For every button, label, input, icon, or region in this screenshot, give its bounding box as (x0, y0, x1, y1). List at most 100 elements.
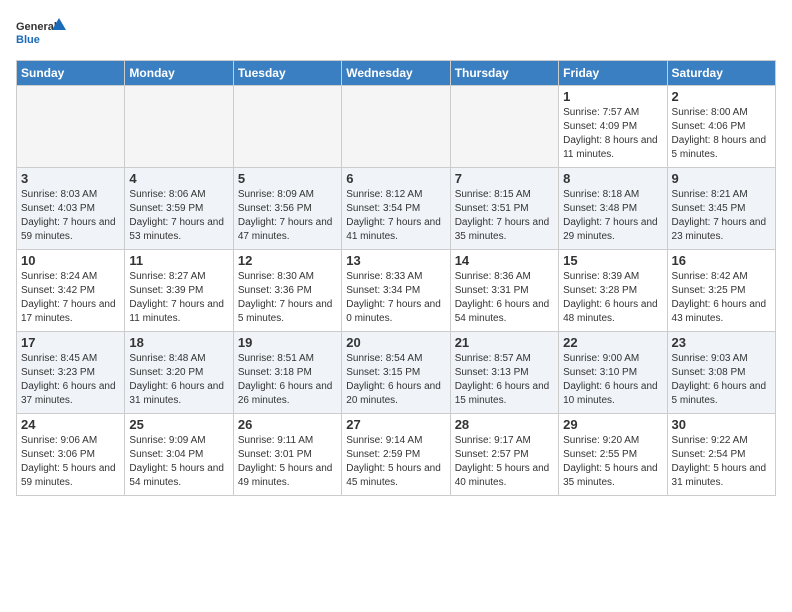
logo: General Blue (16, 16, 66, 52)
day-info: Sunrise: 8:24 AMSunset: 3:42 PMDaylight:… (21, 270, 120, 326)
calendar-cell: 5 Sunrise: 8:09 AMSunset: 3:56 PMDayligh… (233, 168, 341, 250)
day-info: Sunrise: 8:09 AMSunset: 3:56 PMDaylight:… (238, 188, 337, 244)
day-header-friday: Friday (559, 61, 667, 86)
page-header: General Blue (16, 16, 776, 52)
day-number: 2 (672, 89, 771, 104)
day-header-tuesday: Tuesday (233, 61, 341, 86)
day-number: 28 (455, 417, 554, 432)
day-number: 16 (672, 253, 771, 268)
day-number: 30 (672, 417, 771, 432)
day-info: Sunrise: 9:11 AMSunset: 3:01 PMDaylight:… (238, 434, 337, 490)
calendar-cell (342, 86, 450, 168)
calendar-cell: 8 Sunrise: 8:18 AMSunset: 3:48 PMDayligh… (559, 168, 667, 250)
day-info: Sunrise: 7:57 AMSunset: 4:09 PMDaylight:… (563, 106, 662, 162)
calendar-cell: 3 Sunrise: 8:03 AMSunset: 4:03 PMDayligh… (17, 168, 125, 250)
day-number: 20 (346, 335, 445, 350)
day-info: Sunrise: 9:22 AMSunset: 2:54 PMDaylight:… (672, 434, 771, 490)
svg-text:Blue: Blue (16, 34, 40, 46)
day-info: Sunrise: 8:27 AMSunset: 3:39 PMDaylight:… (129, 270, 228, 326)
calendar-cell: 30 Sunrise: 9:22 AMSunset: 2:54 PMDaylig… (667, 414, 775, 496)
calendar-cell: 15 Sunrise: 8:39 AMSunset: 3:28 PMDaylig… (559, 250, 667, 332)
day-number: 6 (346, 171, 445, 186)
calendar-week-4: 17 Sunrise: 8:45 AMSunset: 3:23 PMDaylig… (17, 332, 776, 414)
calendar-cell (125, 86, 233, 168)
calendar-cell: 29 Sunrise: 9:20 AMSunset: 2:55 PMDaylig… (559, 414, 667, 496)
calendar-cell: 6 Sunrise: 8:12 AMSunset: 3:54 PMDayligh… (342, 168, 450, 250)
calendar-cell: 9 Sunrise: 8:21 AMSunset: 3:45 PMDayligh… (667, 168, 775, 250)
calendar-cell: 4 Sunrise: 8:06 AMSunset: 3:59 PMDayligh… (125, 168, 233, 250)
day-number: 21 (455, 335, 554, 350)
day-info: Sunrise: 8:57 AMSunset: 3:13 PMDaylight:… (455, 352, 554, 408)
day-info: Sunrise: 8:15 AMSunset: 3:51 PMDaylight:… (455, 188, 554, 244)
day-number: 1 (563, 89, 662, 104)
day-number: 11 (129, 253, 228, 268)
day-header-wednesday: Wednesday (342, 61, 450, 86)
calendar-cell: 24 Sunrise: 9:06 AMSunset: 3:06 PMDaylig… (17, 414, 125, 496)
calendar-cell: 28 Sunrise: 9:17 AMSunset: 2:57 PMDaylig… (450, 414, 558, 496)
day-info: Sunrise: 8:51 AMSunset: 3:18 PMDaylight:… (238, 352, 337, 408)
day-info: Sunrise: 9:06 AMSunset: 3:06 PMDaylight:… (21, 434, 120, 490)
calendar-cell: 13 Sunrise: 8:33 AMSunset: 3:34 PMDaylig… (342, 250, 450, 332)
day-number: 4 (129, 171, 228, 186)
day-info: Sunrise: 8:33 AMSunset: 3:34 PMDaylight:… (346, 270, 445, 326)
day-number: 14 (455, 253, 554, 268)
logo-svg: General Blue (16, 16, 66, 52)
calendar-cell (233, 86, 341, 168)
calendar-header-row: SundayMondayTuesdayWednesdayThursdayFrid… (17, 61, 776, 86)
day-info: Sunrise: 8:00 AMSunset: 4:06 PMDaylight:… (672, 106, 771, 162)
calendar-cell: 11 Sunrise: 8:27 AMSunset: 3:39 PMDaylig… (125, 250, 233, 332)
calendar-cell: 21 Sunrise: 8:57 AMSunset: 3:13 PMDaylig… (450, 332, 558, 414)
day-number: 5 (238, 171, 337, 186)
calendar-cell: 10 Sunrise: 8:24 AMSunset: 3:42 PMDaylig… (17, 250, 125, 332)
calendar-cell: 20 Sunrise: 8:54 AMSunset: 3:15 PMDaylig… (342, 332, 450, 414)
day-number: 8 (563, 171, 662, 186)
calendar-week-2: 3 Sunrise: 8:03 AMSunset: 4:03 PMDayligh… (17, 168, 776, 250)
day-info: Sunrise: 9:17 AMSunset: 2:57 PMDaylight:… (455, 434, 554, 490)
day-info: Sunrise: 8:45 AMSunset: 3:23 PMDaylight:… (21, 352, 120, 408)
calendar-cell: 19 Sunrise: 8:51 AMSunset: 3:18 PMDaylig… (233, 332, 341, 414)
day-info: Sunrise: 9:09 AMSunset: 3:04 PMDaylight:… (129, 434, 228, 490)
day-header-sunday: Sunday (17, 61, 125, 86)
calendar-week-5: 24 Sunrise: 9:06 AMSunset: 3:06 PMDaylig… (17, 414, 776, 496)
day-number: 25 (129, 417, 228, 432)
calendar-week-3: 10 Sunrise: 8:24 AMSunset: 3:42 PMDaylig… (17, 250, 776, 332)
day-number: 29 (563, 417, 662, 432)
day-header-saturday: Saturday (667, 61, 775, 86)
day-info: Sunrise: 9:20 AMSunset: 2:55 PMDaylight:… (563, 434, 662, 490)
day-number: 18 (129, 335, 228, 350)
day-number: 24 (21, 417, 120, 432)
day-info: Sunrise: 9:14 AMSunset: 2:59 PMDaylight:… (346, 434, 445, 490)
calendar-table: SundayMondayTuesdayWednesdayThursdayFrid… (16, 60, 776, 496)
calendar-cell: 18 Sunrise: 8:48 AMSunset: 3:20 PMDaylig… (125, 332, 233, 414)
day-number: 26 (238, 417, 337, 432)
day-number: 13 (346, 253, 445, 268)
day-number: 9 (672, 171, 771, 186)
svg-text:General: General (16, 21, 57, 33)
day-info: Sunrise: 8:03 AMSunset: 4:03 PMDaylight:… (21, 188, 120, 244)
day-number: 3 (21, 171, 120, 186)
day-number: 12 (238, 253, 337, 268)
day-info: Sunrise: 9:03 AMSunset: 3:08 PMDaylight:… (672, 352, 771, 408)
calendar-cell: 26 Sunrise: 9:11 AMSunset: 3:01 PMDaylig… (233, 414, 341, 496)
day-info: Sunrise: 8:39 AMSunset: 3:28 PMDaylight:… (563, 270, 662, 326)
day-info: Sunrise: 9:00 AMSunset: 3:10 PMDaylight:… (563, 352, 662, 408)
calendar-cell: 16 Sunrise: 8:42 AMSunset: 3:25 PMDaylig… (667, 250, 775, 332)
day-info: Sunrise: 8:30 AMSunset: 3:36 PMDaylight:… (238, 270, 337, 326)
calendar-cell (450, 86, 558, 168)
day-number: 19 (238, 335, 337, 350)
day-info: Sunrise: 8:12 AMSunset: 3:54 PMDaylight:… (346, 188, 445, 244)
day-info: Sunrise: 8:06 AMSunset: 3:59 PMDaylight:… (129, 188, 228, 244)
calendar-cell: 22 Sunrise: 9:00 AMSunset: 3:10 PMDaylig… (559, 332, 667, 414)
day-info: Sunrise: 8:54 AMSunset: 3:15 PMDaylight:… (346, 352, 445, 408)
day-number: 10 (21, 253, 120, 268)
calendar-cell: 7 Sunrise: 8:15 AMSunset: 3:51 PMDayligh… (450, 168, 558, 250)
calendar-cell: 25 Sunrise: 9:09 AMSunset: 3:04 PMDaylig… (125, 414, 233, 496)
day-info: Sunrise: 8:21 AMSunset: 3:45 PMDaylight:… (672, 188, 771, 244)
day-info: Sunrise: 8:42 AMSunset: 3:25 PMDaylight:… (672, 270, 771, 326)
calendar-cell (17, 86, 125, 168)
day-info: Sunrise: 8:48 AMSunset: 3:20 PMDaylight:… (129, 352, 228, 408)
calendar-cell: 23 Sunrise: 9:03 AMSunset: 3:08 PMDaylig… (667, 332, 775, 414)
day-number: 27 (346, 417, 445, 432)
day-info: Sunrise: 8:36 AMSunset: 3:31 PMDaylight:… (455, 270, 554, 326)
day-number: 15 (563, 253, 662, 268)
